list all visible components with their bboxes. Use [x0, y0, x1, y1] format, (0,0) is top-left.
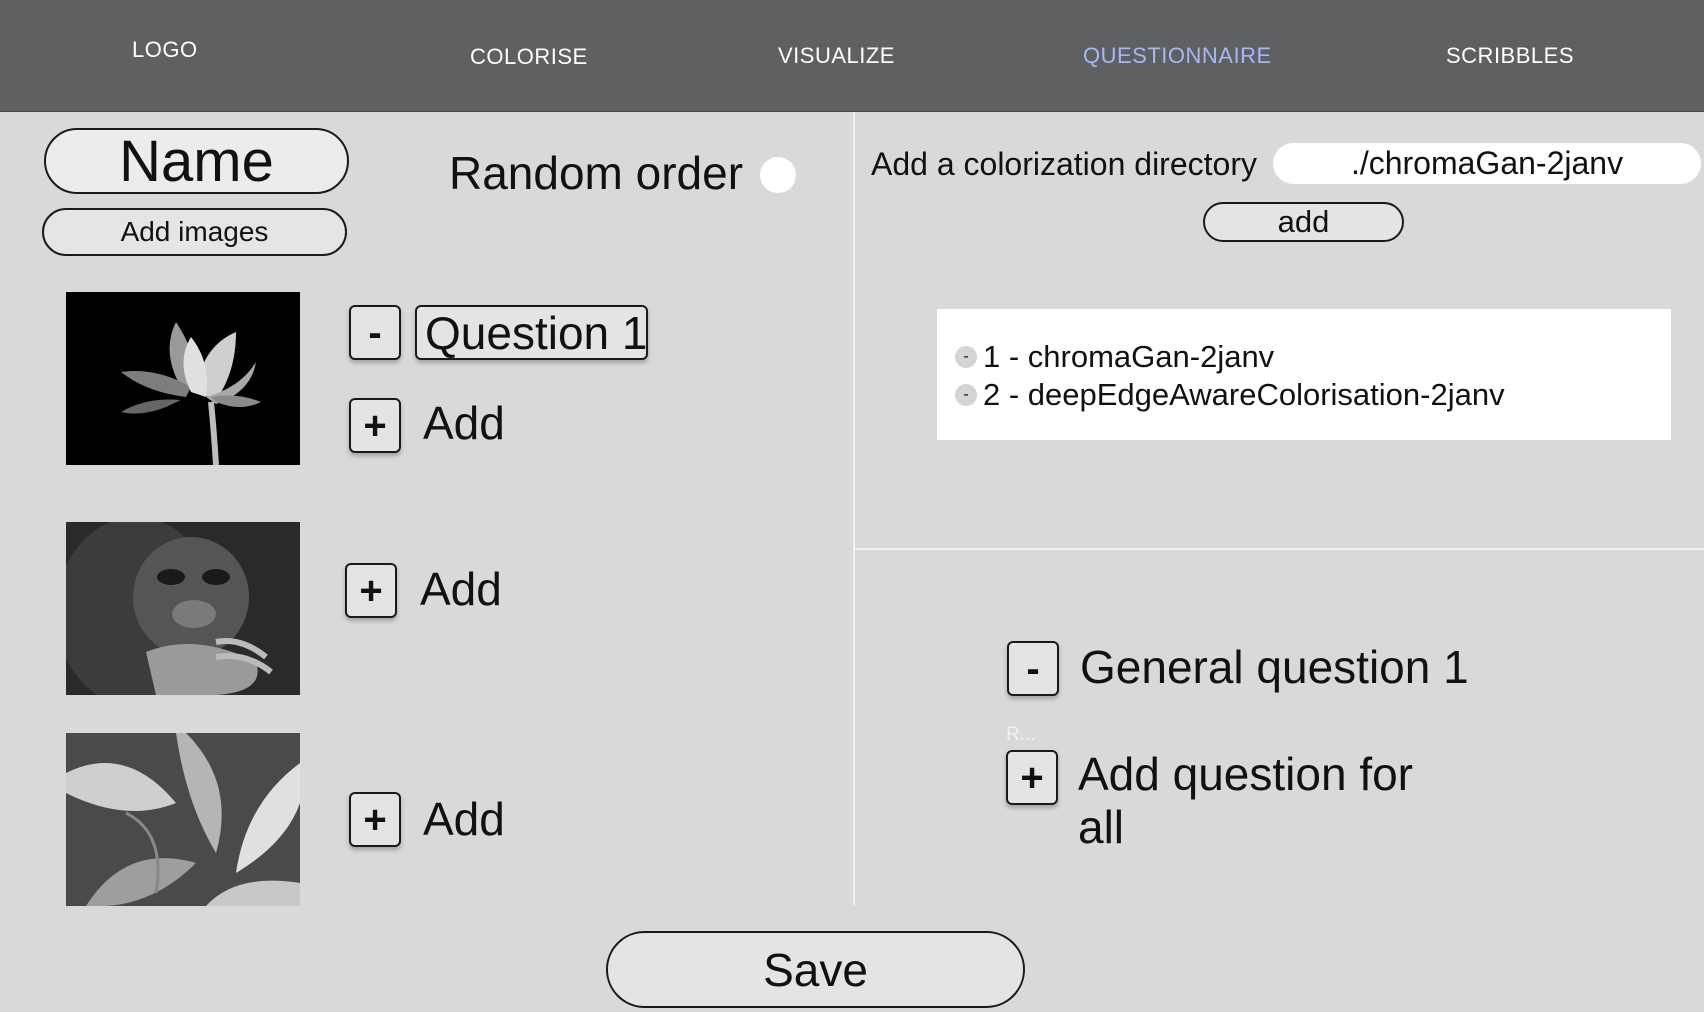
- nav-colorise[interactable]: COLORISE: [470, 44, 588, 70]
- remove-directory-icon[interactable]: -: [955, 384, 977, 406]
- question-1-field[interactable]: Question 1: [415, 305, 648, 360]
- add-images-button[interactable]: Add images: [42, 208, 347, 256]
- list-item: - 1 - chromaGan-2janv: [955, 339, 1274, 375]
- vertical-divider: [853, 112, 855, 905]
- add-question-button-2[interactable]: +: [345, 563, 397, 618]
- random-order-label: Random order: [449, 147, 744, 199]
- nav-questionnaire[interactable]: QUESTIONNAIRE: [1083, 43, 1272, 69]
- directory-list: - 1 - chromaGan-2janv - 2 - deepEdgeAwar…: [937, 309, 1671, 440]
- logo[interactable]: LOGO: [132, 37, 198, 63]
- colorization-directory-input[interactable]: ./chromaGan-2janv: [1273, 143, 1701, 184]
- add-question-button-3[interactable]: +: [349, 792, 401, 847]
- minus-icon: -: [368, 310, 382, 355]
- plus-icon: +: [363, 797, 387, 842]
- name-field[interactable]: Name: [44, 128, 349, 194]
- plus-icon: +: [1020, 755, 1044, 800]
- save-button[interactable]: Save: [606, 931, 1025, 1008]
- nav-visualize[interactable]: VISUALIZE: [778, 43, 895, 69]
- remove-question-button[interactable]: -: [349, 305, 401, 360]
- lotus-image: [66, 292, 300, 465]
- top-nav: LOGO COLORISE VISUALIZE QUESTIONNAIRE SC…: [0, 0, 1704, 112]
- add-question-button-1[interactable]: +: [349, 398, 401, 453]
- nav-scribbles[interactable]: SCRIBBLES: [1446, 43, 1574, 69]
- faint-text: R...: [1006, 724, 1036, 745]
- minus-icon: -: [1026, 646, 1040, 691]
- add-directory-button[interactable]: add: [1203, 202, 1404, 242]
- plus-icon: +: [359, 568, 383, 613]
- add-label-1: Add: [423, 397, 505, 449]
- leaves-image: [66, 733, 300, 906]
- add-question-for-all-button[interactable]: +: [1006, 750, 1058, 805]
- plus-icon: +: [363, 403, 387, 448]
- list-item: - 2 - deepEdgeAwareColorisation-2janv: [955, 377, 1505, 413]
- directory-name: 1 - chromaGan-2janv: [983, 339, 1275, 374]
- horizontal-divider: [855, 548, 1704, 550]
- colorization-directory-label: Add a colorization directory: [871, 146, 1257, 182]
- random-order-toggle[interactable]: [760, 157, 796, 193]
- add-question-for-all-label: Add question for all: [1078, 748, 1414, 853]
- general-question-1[interactable]: General question 1: [1080, 640, 1469, 694]
- directory-name: 2 - deepEdgeAwareColorisation-2janv: [983, 377, 1505, 412]
- remove-general-question-button[interactable]: -: [1007, 641, 1059, 696]
- add-label-3: Add: [423, 793, 505, 845]
- add-label-2: Add: [420, 563, 502, 615]
- gorilla-image: [66, 522, 300, 695]
- remove-directory-icon[interactable]: -: [955, 346, 977, 368]
